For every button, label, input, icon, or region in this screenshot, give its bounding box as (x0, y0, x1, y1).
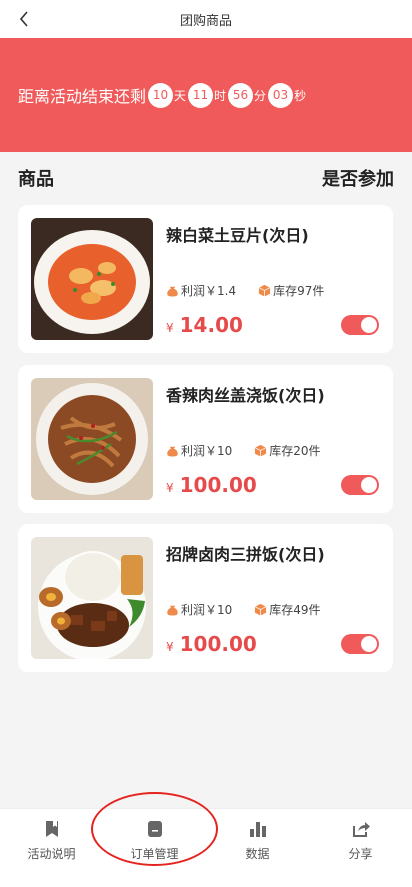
profit-text: 利润￥1.4 (181, 284, 237, 298)
product-name: 香辣肉丝盖浇饭(次日) (166, 386, 325, 405)
tab-label: 订单管理 (130, 847, 179, 861)
profit-text: 利润￥10 (181, 603, 233, 617)
box-icon (255, 444, 267, 457)
money-bag-icon (167, 286, 178, 297)
tab-label: 分享 (348, 847, 373, 861)
product-image (31, 378, 153, 500)
tab-label: 数据 (245, 847, 270, 861)
product-card[interactable]: 香辣肉丝盖浇饭(次日) 利润￥10 库存20件 ¥ 100.00 (18, 365, 393, 513)
countdown-minutes: 56 (228, 82, 254, 108)
section-title-products: 商品 (18, 169, 54, 190)
section-header: 商品 是否参加 (0, 160, 412, 196)
app: 团购商品 距离活动结束还剩 10 天 11 时 56 分 03 秒 商品 是否参… (0, 0, 412, 887)
product-name: 辣白菜土豆片(次日) (166, 226, 309, 245)
bar-chart-icon (249, 822, 266, 837)
tab-label: 活动说明 (27, 847, 76, 861)
countdown-minutes-unit: 分 (254, 88, 267, 103)
chevron-left-icon[interactable] (14, 9, 34, 29)
tab-data[interactable]: 数据 (206, 809, 309, 887)
profit-text: 利润￥10 (181, 444, 233, 458)
box-icon (255, 603, 267, 616)
countdown-days: 10 (148, 82, 174, 108)
product-name: 招牌卤肉三拼饭(次日) (166, 545, 325, 564)
product-price: ¥ 100.00 (166, 632, 257, 656)
product-price: ¥ 14.00 (166, 313, 243, 337)
stock-text: 库存97件 (273, 284, 325, 298)
product-image (31, 537, 153, 659)
tab-activity-info[interactable]: 活动说明 (0, 809, 103, 887)
money-bag-icon (167, 605, 178, 616)
product-meta: 利润￥1.4 库存97件 (166, 282, 324, 299)
currency-symbol: ¥ (166, 640, 174, 654)
currency-symbol: ¥ (166, 481, 174, 495)
countdown-banner: 距离活动结束还剩 10 天 11 时 56 分 03 秒 (0, 38, 412, 152)
box-icon (258, 284, 271, 297)
stock-text: 库存20件 (269, 444, 321, 458)
price-value: 14.00 (179, 313, 243, 337)
countdown-seconds: 03 (268, 82, 294, 108)
countdown-label: 距离活动结束还剩 (18, 87, 147, 106)
tab-share[interactable]: 分享 (309, 809, 412, 887)
participate-toggle[interactable] (341, 634, 379, 654)
product-price: ¥ 100.00 (166, 473, 257, 497)
product-meta: 利润￥10 库存20件 (166, 442, 321, 459)
section-title-participate: 是否参加 (322, 169, 394, 190)
bookmark-icon (45, 821, 58, 837)
price-value: 100.00 (179, 473, 257, 497)
bottom-tab-bar: 活动说明 订单管理 数据 分享 (0, 808, 412, 887)
participate-toggle[interactable] (341, 475, 379, 495)
stock-text: 库存49件 (269, 603, 321, 617)
countdown-seconds-unit: 秒 (294, 88, 307, 103)
product-meta: 利润￥10 库存49件 (166, 601, 321, 618)
price-value: 100.00 (179, 632, 257, 656)
product-image (31, 218, 153, 340)
product-card[interactable]: 辣白菜土豆片(次日) 利润￥1.4 库存97件 ¥ 14.00 (18, 205, 393, 353)
currency-symbol: ¥ (166, 321, 174, 335)
order-icon (147, 821, 162, 837)
product-card[interactable]: 招牌卤肉三拼饭(次日) 利润￥10 库存49件 ¥ 100.00 (18, 524, 393, 672)
money-bag-icon (167, 446, 178, 457)
countdown-hours-unit: 时 (214, 88, 227, 103)
top-bar: 团购商品 (0, 0, 412, 38)
participate-toggle[interactable] (341, 315, 379, 335)
tab-order-management[interactable]: 订单管理 (103, 809, 206, 887)
page-title: 团购商品 (179, 13, 232, 29)
countdown-days-unit: 天 (174, 88, 187, 103)
share-icon (352, 822, 370, 837)
countdown-hours: 11 (188, 82, 214, 108)
